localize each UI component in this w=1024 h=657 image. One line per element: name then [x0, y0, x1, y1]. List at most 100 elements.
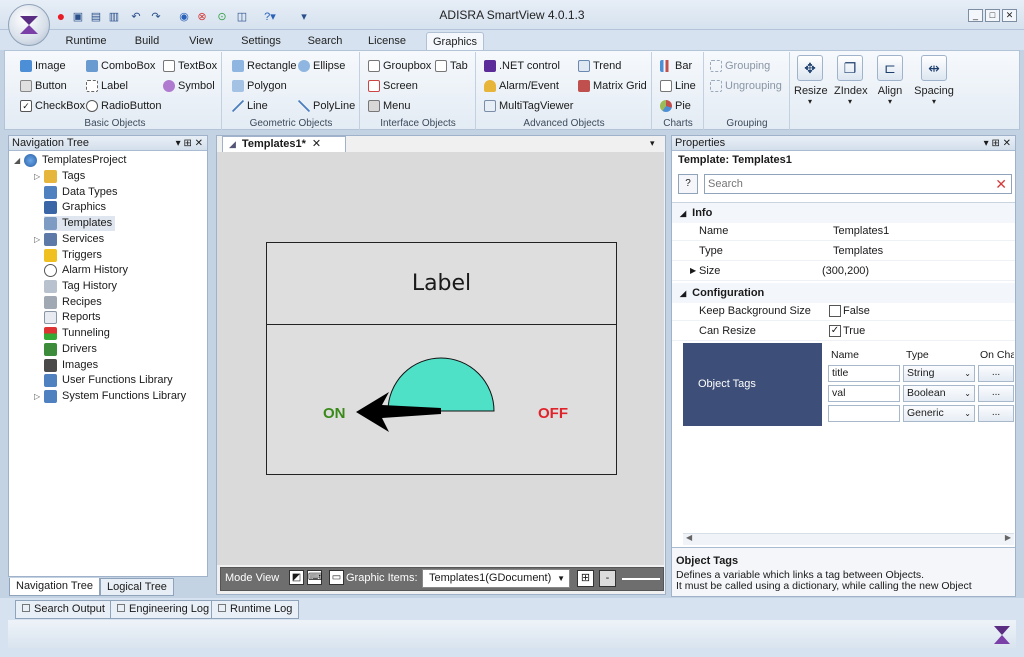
tree-item-services[interactable]: ▷ Services — [34, 232, 104, 247]
panel-controls-icon[interactable]: ▾ ⊞ ✕ — [176, 136, 203, 151]
polygon-button[interactable]: Polygon — [232, 78, 287, 94]
tab-control-button[interactable]: Tab — [435, 58, 468, 74]
prop-row-name[interactable]: Name Templates1 — [672, 221, 1015, 241]
multitagviewer-button[interactable]: MultiTagViewer — [484, 98, 573, 114]
line-chart-button[interactable]: Line — [660, 78, 696, 94]
tag-type-select[interactable]: Boolean ⌄ — [903, 385, 975, 402]
checkbox-button[interactable]: ✓ CheckBox — [20, 98, 85, 114]
close-tab-icon[interactable]: ✕ — [312, 137, 321, 152]
resize-button[interactable]: ✥ Resize ▾ — [794, 55, 828, 113]
col-header-on-change[interactable]: On Cha — [980, 349, 1014, 361]
tab-runtime-log[interactable]: Runtime Log — [211, 600, 300, 619]
expand-icon[interactable]: ▷ — [34, 232, 44, 247]
panel-controls-icon[interactable]: ▾ ⊞ ✕ — [984, 136, 1011, 151]
search-input[interactable] — [705, 175, 975, 193]
prop-row-can-resize[interactable]: Can Resize ✓ True — [672, 321, 1015, 341]
close-button[interactable]: ✕ — [1002, 9, 1017, 22]
maximize-button[interactable]: □ — [985, 9, 1000, 22]
grouping-button[interactable]: Grouping — [710, 58, 770, 74]
matrix-grid-button[interactable]: Matrix Grid — [578, 78, 647, 94]
col-header-type[interactable]: Type — [906, 349, 929, 361]
tag-name-cell[interactable]: val — [828, 385, 900, 402]
template-label[interactable]: Label — [267, 243, 616, 325]
col-header-name[interactable]: Name — [831, 349, 859, 361]
combobox-button[interactable]: ComboBox — [86, 58, 155, 74]
tab-navigation-tree[interactable]: Navigation Tree — [9, 578, 101, 596]
align-button[interactable]: ⊏ Align ▾ — [874, 55, 906, 113]
screen-button[interactable]: Screen — [368, 78, 418, 94]
rectangle-button[interactable]: Rectangle — [232, 58, 297, 74]
zoom-minus-button[interactable]: - — [599, 570, 616, 587]
horizontal-scrollbar[interactable]: ◀ ▶ — [683, 533, 1014, 545]
tag-type-select[interactable]: Generic ⌄ — [903, 405, 975, 422]
expand-icon[interactable]: ▶ — [690, 261, 696, 281]
tab-license[interactable]: License — [364, 32, 410, 50]
tree-item-drivers[interactable]: Drivers — [44, 342, 97, 357]
polyline-button[interactable]: PolyLine — [298, 98, 355, 114]
property-search-input[interactable]: ✕ — [704, 174, 1012, 194]
dotnet-control-button[interactable]: .NET control — [484, 58, 560, 74]
document-menu-icon[interactable]: ▾ — [650, 138, 655, 149]
image-button[interactable]: Image — [20, 58, 66, 74]
select-mode-icon[interactable]: ◩ — [289, 570, 304, 585]
textbox-button[interactable]: TextBox — [163, 58, 217, 74]
document-tab[interactable]: ◢ Templates1* ✕ — [222, 136, 346, 152]
alarm-event-button[interactable]: Alarm/Event — [484, 78, 559, 94]
tree-item-user-functions[interactable]: User Functions Library — [44, 373, 173, 388]
zindex-button[interactable]: ❐ ZIndex ▾ — [834, 55, 868, 113]
tree-item-images[interactable]: Images — [44, 358, 98, 373]
keep-bg-size-checkbox[interactable] — [829, 305, 841, 317]
layout-mode-icon[interactable]: ▭ — [329, 570, 344, 585]
groupbox-button[interactable]: Groupbox — [368, 58, 431, 74]
scroll-right-icon[interactable]: ▶ — [1005, 533, 1011, 542]
clear-search-icon[interactable]: ✕ — [995, 176, 1007, 192]
line-button[interactable]: Line — [232, 98, 268, 114]
tab-graphics[interactable]: Graphics — [426, 32, 484, 50]
script-mode-icon[interactable]: ⌨ — [307, 570, 322, 585]
tree-item-graphics[interactable]: Graphics — [44, 200, 106, 215]
grid-icon[interactable]: ⊞ — [577, 570, 594, 587]
prop-row-keep-bg-size[interactable]: Keep Background Size False — [672, 301, 1015, 321]
zoom-slider[interactable] — [622, 578, 660, 580]
tab-logical-tree[interactable]: Logical Tree — [100, 578, 174, 596]
expand-icon[interactable]: ▷ — [34, 169, 44, 184]
gauge-graphic[interactable] — [266, 326, 617, 475]
prop-row-type[interactable]: Type Templates — [672, 241, 1015, 261]
tag-type-select[interactable]: String ⌄ — [903, 365, 975, 382]
minimize-button[interactable]: _ — [968, 9, 983, 22]
expand-icon[interactable]: ▷ — [34, 389, 44, 404]
tree-item-alarm-history[interactable]: Alarm History — [44, 263, 128, 278]
tree-item-tag-history[interactable]: Tag History — [44, 279, 117, 294]
collapse-icon[interactable]: ◢ — [14, 153, 24, 168]
graphic-items-select[interactable]: Templates1(GDocument) ▼ — [422, 569, 570, 588]
tag-name-cell[interactable]: title — [828, 365, 900, 382]
tree-item-templates[interactable]: Templates — [44, 216, 116, 231]
tab-view[interactable]: View — [182, 32, 220, 50]
radiobutton-button[interactable]: RadioButton — [86, 98, 162, 114]
tree-item-recipes[interactable]: Recipes — [44, 295, 102, 310]
tree-item-data-types[interactable]: Data Types — [44, 185, 117, 200]
section-info[interactable]: ◢ Info — [672, 203, 1015, 223]
prop-row-size[interactable]: ▶ Size (300,200) — [672, 261, 1015, 281]
tab-build[interactable]: Build — [125, 32, 169, 50]
scroll-left-icon[interactable]: ◀ — [686, 533, 692, 542]
ungrouping-button[interactable]: Ungrouping — [710, 78, 782, 94]
menu-button[interactable]: Menu — [368, 98, 411, 114]
tab-runtime[interactable]: Runtime — [60, 32, 112, 50]
tab-search[interactable]: Search — [302, 32, 348, 50]
tree-item-reports[interactable]: Reports — [44, 310, 101, 325]
tree-item-tunneling[interactable]: Tunneling — [44, 326, 110, 341]
help-button[interactable]: ? — [678, 174, 698, 194]
spacing-button[interactable]: ⇹ Spacing ▾ — [914, 55, 954, 113]
trend-button[interactable]: Trend — [578, 58, 621, 74]
on-change-button[interactable]: ... — [978, 385, 1014, 402]
tree-root[interactable]: ◢ TemplatesProject — [14, 153, 126, 168]
tab-search-output[interactable]: Search Output — [15, 600, 112, 619]
tab-settings[interactable]: Settings — [236, 32, 286, 50]
button-button[interactable]: Button — [20, 78, 67, 94]
tab-engineering-log[interactable]: Engineering Log — [110, 600, 217, 619]
tree-item-system-functions[interactable]: ▷ System Functions Library — [34, 389, 186, 404]
can-resize-checkbox[interactable]: ✓ — [829, 325, 841, 337]
app-menu-logo-icon[interactable] — [8, 4, 50, 46]
on-change-button[interactable]: ... — [978, 365, 1014, 382]
